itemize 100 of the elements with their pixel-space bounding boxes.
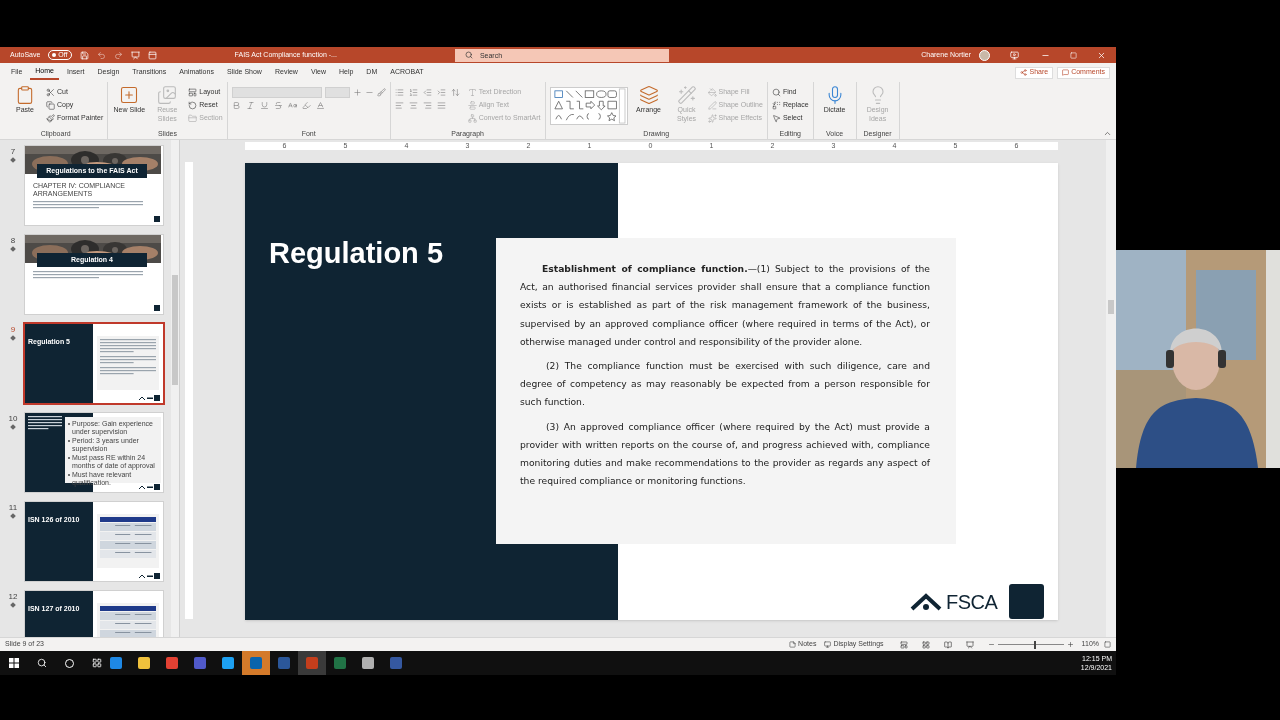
- fit-slide-icon[interactable]: [1104, 641, 1111, 648]
- logo-icon: [910, 591, 942, 612]
- skype-icon[interactable]: [110, 657, 122, 669]
- reset-icon: [188, 101, 198, 110]
- font-color-icon[interactable]: [315, 101, 325, 110]
- sorter-view-icon[interactable]: [921, 640, 930, 649]
- images-icon: [157, 85, 178, 105]
- slide-number: 10: [8, 413, 18, 425]
- clear-format-icon[interactable]: [376, 88, 386, 97]
- collapse-ribbon-icon[interactable]: [1103, 129, 1112, 138]
- bullets-icon[interactable]: [394, 88, 404, 97]
- slide-number: 12: [8, 591, 18, 603]
- layout-icon: [188, 88, 198, 97]
- change-case-icon[interactable]: [287, 101, 297, 110]
- font-size-field[interactable]: [324, 87, 350, 98]
- paint-bucket-icon: [707, 88, 717, 97]
- comment-icon: [1062, 69, 1070, 76]
- notes-icon: [789, 641, 797, 648]
- outlook-icon[interactable]: [250, 657, 262, 669]
- table-drawing: [100, 517, 156, 561]
- zoom-in-icon[interactable]: [1066, 641, 1074, 648]
- excel-icon[interactable]: [334, 657, 346, 669]
- wand-icon: [676, 85, 697, 105]
- share-icon: [1020, 69, 1028, 76]
- copy-icon: [46, 101, 55, 110]
- network-app-icon[interactable]: [390, 657, 402, 669]
- slide-number: 9: [10, 324, 16, 336]
- slide-title: Regulation 5: [269, 236, 443, 270]
- redo-icon[interactable]: [113, 50, 123, 60]
- close-icon[interactable]: [1097, 50, 1106, 60]
- logo-text: FSCA: [946, 589, 998, 615]
- scissors-icon: [46, 88, 55, 97]
- logo-icon: [138, 484, 160, 490]
- increase-indent-icon[interactable]: [436, 88, 446, 97]
- layers-icon: [638, 85, 659, 105]
- clipboard-icon: [15, 85, 35, 105]
- font-name-field[interactable]: [231, 87, 322, 98]
- folder-icon[interactable]: [138, 657, 150, 669]
- logo-square: [154, 216, 160, 222]
- reading-view-icon[interactable]: [943, 640, 952, 649]
- text-icon: [467, 88, 477, 97]
- slide-plus-icon: [119, 85, 140, 105]
- slide-number: 11: [8, 502, 18, 514]
- undo-icon[interactable]: [96, 50, 106, 60]
- powerpoint-icon[interactable]: [306, 657, 318, 669]
- justify-icon[interactable]: [436, 101, 446, 110]
- slideshow-icon[interactable]: [130, 50, 140, 60]
- teams-icon[interactable]: [194, 657, 206, 669]
- align-right-icon[interactable]: [422, 101, 432, 110]
- paragraph: Establishment of compliance function.—(1) Subject to the provisions of the Act, an authorised financial services provider shall ensure that a compliance function exists or is established as part of the risk management framework of the business, supervised by an approved compliance officer (where required in terms of the Act), or otherwise managed under control and responsibility of the provider alone.: [520, 262, 930, 349]
- slide-number: 7: [10, 146, 16, 158]
- snipping-tool-icon[interactable]: [362, 657, 374, 669]
- text-lines-drawing: [100, 367, 156, 376]
- highlighter-icon[interactable]: [301, 101, 311, 110]
- internet-explorer-icon[interactable]: [222, 657, 234, 669]
- align-vertical-icon: [467, 101, 477, 110]
- paragraph: (2) The compliance function must be exercised with such diligence, care and degree of competency as may reasonably be expected from a person responsible for such function.: [520, 359, 930, 410]
- touch-mode-icon[interactable]: [147, 50, 157, 60]
- decrease-indent-icon[interactable]: [422, 88, 432, 97]
- chrome-icon[interactable]: [166, 657, 178, 669]
- logo-square: [154, 305, 160, 311]
- slide-number: 8: [10, 235, 16, 247]
- logo-icon: [138, 395, 160, 401]
- search-icon: [771, 88, 781, 97]
- strikethrough-icon[interactable]: [273, 101, 283, 110]
- diagram-icon: [467, 114, 477, 123]
- align-center-icon[interactable]: [408, 101, 418, 110]
- text-lines-drawing: [100, 339, 156, 354]
- logo-icon: [138, 573, 160, 579]
- display-options-icon[interactable]: [1010, 50, 1019, 60]
- grow-font-icon[interactable]: [352, 88, 362, 97]
- paintbrush-icon: [46, 114, 55, 123]
- save-icon[interactable]: [79, 50, 89, 60]
- italic-icon[interactable]: [245, 101, 255, 110]
- folder-icon: [188, 114, 198, 123]
- zoom-out-icon[interactable]: [987, 641, 995, 648]
- replace-icon: [771, 101, 781, 110]
- numbering-icon[interactable]: [408, 88, 418, 97]
- align-left-icon[interactable]: [394, 101, 404, 110]
- task-view-icon[interactable]: [92, 658, 102, 668]
- slideshow-icon[interactable]: [965, 640, 974, 649]
- monitor-icon: [824, 641, 832, 648]
- line-spacing-icon[interactable]: [450, 88, 460, 97]
- sparkles-icon: [707, 114, 717, 123]
- zoom-slider[interactable]: [997, 640, 1064, 649]
- avatar: [979, 49, 990, 61]
- underline-icon[interactable]: [259, 101, 269, 110]
- bold-icon[interactable]: [231, 101, 241, 110]
- maximize-icon[interactable]: [1070, 51, 1077, 59]
- search-icon: [464, 51, 473, 59]
- search-icon[interactable]: [37, 658, 47, 668]
- pointer-icon: [771, 114, 781, 123]
- text-lines-drawing: [28, 416, 62, 431]
- paragraph: (3) An approved compliance officer (where required by the Act) must provide a provider with written reports on the course of, and progress achieved with, compliance monitoring duties and make recommendations to the provider as regards any aspect of the required compliance or monitoring functions.: [520, 419, 930, 489]
- text-lines-drawing: [100, 356, 156, 365]
- pen-icon: [707, 101, 717, 110]
- word-icon[interactable]: [278, 657, 290, 669]
- windows-start-icon[interactable]: [9, 658, 19, 668]
- shapes-gallery-drawing[interactable]: [549, 87, 628, 125]
- logo-square: [1009, 584, 1045, 619]
